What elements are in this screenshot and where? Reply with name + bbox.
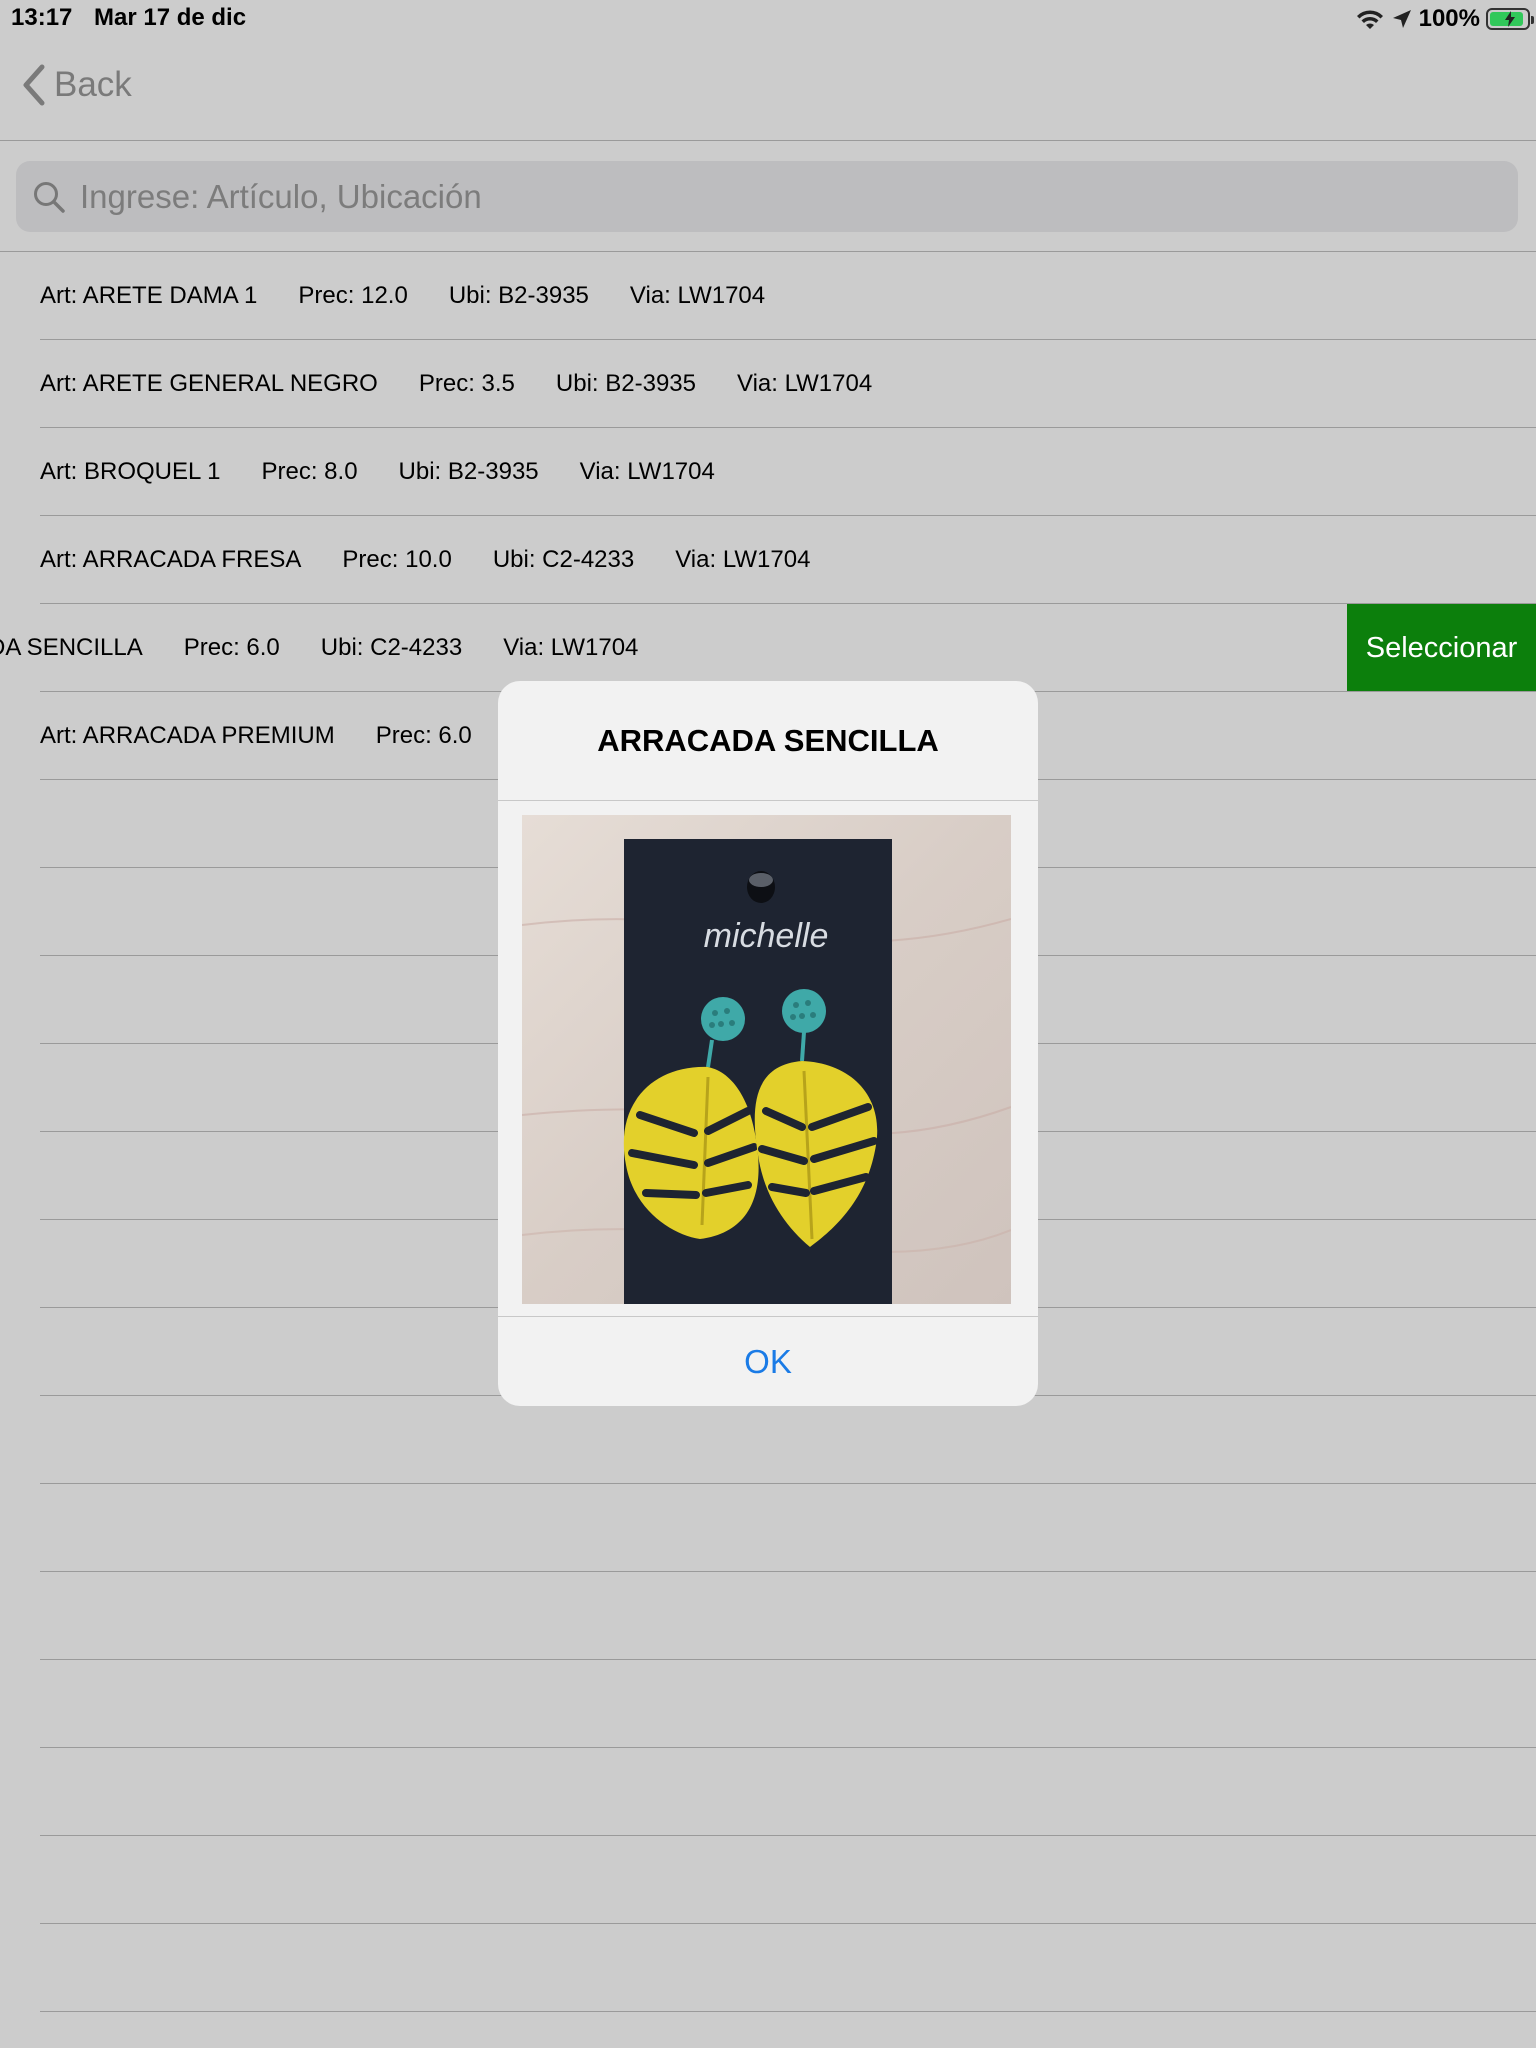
price-label: Prec: 8.0: [261, 458, 358, 485]
location-label: Ubi: B2-3935: [398, 458, 539, 485]
wifi-icon: [1356, 10, 1383, 29]
search-input[interactable]: [78, 176, 1382, 217]
article-label: Art: ARRACADA PREMIUM: [40, 722, 335, 749]
article-label: Art: ARRACADA FRESA: [40, 546, 302, 573]
navigation-bar: Back: [0, 40, 1536, 141]
search-section: [0, 141, 1536, 252]
search-icon: [34, 181, 65, 213]
location-arrow-icon: [1392, 10, 1411, 28]
status-right: 100%: [1355, 4, 1534, 34]
search-bar[interactable]: [16, 161, 1518, 232]
price-label: Prec: 6.0: [375, 722, 472, 749]
divider: [40, 1483, 1536, 1484]
location-label: Ubi: C2-4233: [492, 546, 635, 573]
status-bar: 13:17 Mar 17 de dic 100%: [0, 0, 1536, 40]
via-label: Via: LW1704: [675, 546, 811, 573]
dialog-title: ARRACADA SENCILLA: [498, 681, 1038, 801]
list-item-swiped[interactable]: DA SENCILLA Prec: 6.0 Ubi: C2-4233 Via: …: [0, 604, 1536, 692]
battery-percent: 100%: [1418, 5, 1480, 32]
location-label: Ubi: B2-3935: [448, 282, 589, 309]
divider: [40, 1923, 1536, 1924]
price-label: Prec: 3.5: [418, 370, 515, 397]
location-label: Ubi: C2-4233: [320, 634, 463, 661]
list-item[interactable]: Art: ARETE GENERAL NEGRO Prec: 3.5 Ubi: …: [0, 340, 1536, 428]
article-label: Art: BROQUEL 1: [40, 458, 221, 485]
list-item[interactable]: Art: ARRACADA FRESA Prec: 10.0 Ubi: C2-4…: [0, 516, 1536, 604]
back-button[interactable]: Back: [22, 64, 132, 106]
list-item[interactable]: Art: BROQUEL 1 Prec: 8.0 Ubi: B2-3935 Vi…: [0, 428, 1536, 516]
brand-logo-text: michelle: [704, 917, 829, 955]
list-item[interactable]: Art: ARETE DAMA 1 Prec: 12.0 Ubi: B2-393…: [0, 252, 1536, 340]
status-time: 13:17: [11, 4, 73, 31]
via-label: Via: LW1704: [737, 370, 873, 397]
alert-dialog: ARRACADA SENCILLA michelle OK: [498, 681, 1038, 1406]
price-label: Prec: 12.0: [298, 282, 408, 309]
via-label: Via: LW1704: [503, 634, 639, 661]
price-label: Prec: 6.0: [183, 634, 280, 661]
via-label: Via: LW1704: [629, 282, 766, 309]
ok-button[interactable]: OK: [498, 1317, 1038, 1406]
article-label: Art: ARETE DAMA 1: [40, 282, 258, 309]
location-label: Ubi: B2-3935: [555, 370, 696, 397]
divider: [40, 2011, 1536, 2012]
divider: [40, 1659, 1536, 1660]
divider: [40, 1747, 1536, 1748]
back-label: Back: [54, 65, 132, 104]
select-button[interactable]: Seleccionar: [1347, 604, 1536, 692]
status-date: Mar 17 de dic: [94, 4, 247, 31]
via-label: Via: LW1704: [579, 458, 715, 485]
product-image: michelle: [522, 815, 1011, 1304]
article-label: Art: ARETE GENERAL NEGRO: [40, 370, 378, 397]
battery-icon: [1486, 8, 1534, 30]
chevron-left-icon: [23, 64, 45, 106]
price-label: Prec: 10.0: [342, 546, 452, 573]
article-label: DA SENCILLA: [0, 634, 143, 661]
divider: [40, 1835, 1536, 1836]
divider: [40, 1571, 1536, 1572]
dialog-actions: OK: [498, 1316, 1038, 1406]
